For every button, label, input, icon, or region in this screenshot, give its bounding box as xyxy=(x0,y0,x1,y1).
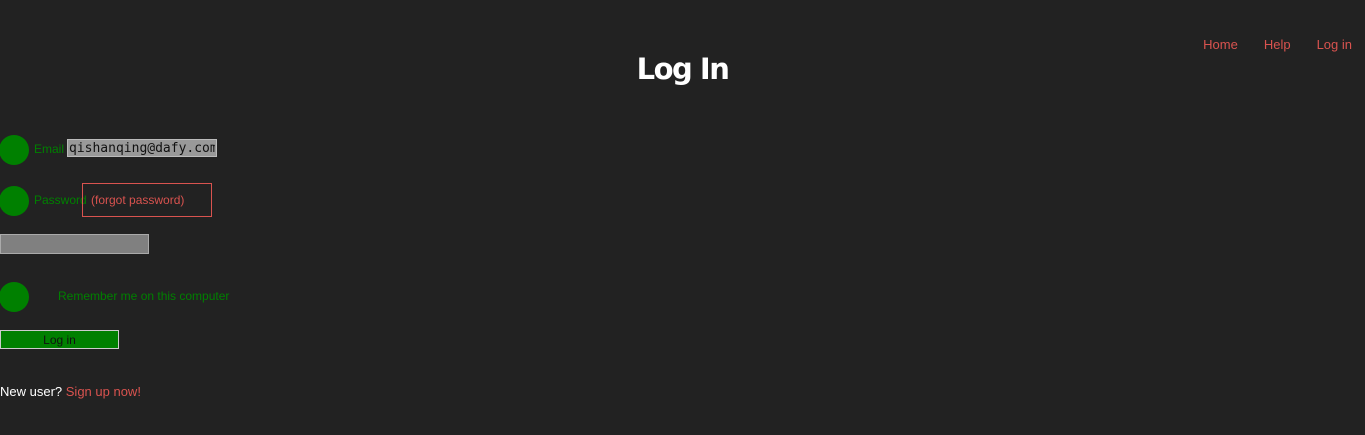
password-label: Password xyxy=(34,193,87,207)
login-button[interactable]: Log in xyxy=(0,330,119,349)
page-title: Log In xyxy=(636,52,730,86)
nav-login-link[interactable]: Log in xyxy=(1317,37,1352,52)
forgot-password-link[interactable]: (forgot password) xyxy=(91,193,184,207)
password-field[interactable] xyxy=(0,234,149,254)
nav-home-link[interactable]: Home xyxy=(1203,37,1238,52)
email-field[interactable] xyxy=(67,139,217,157)
top-nav: Home Help Log in xyxy=(1203,37,1352,52)
remember-me-label: Remember me on this computer xyxy=(58,289,230,303)
signup-link[interactable]: Sign up now! xyxy=(66,384,141,399)
nav-help-link[interactable]: Help xyxy=(1264,37,1291,52)
email-indicator-dot xyxy=(0,135,29,165)
signup-prompt-text: New user? xyxy=(0,384,63,399)
signup-prompt: New user? Sign up now! xyxy=(0,384,141,399)
email-label: Email xyxy=(34,142,65,156)
remember-me-checkbox[interactable] xyxy=(0,282,29,312)
password-indicator-dot xyxy=(0,186,29,216)
